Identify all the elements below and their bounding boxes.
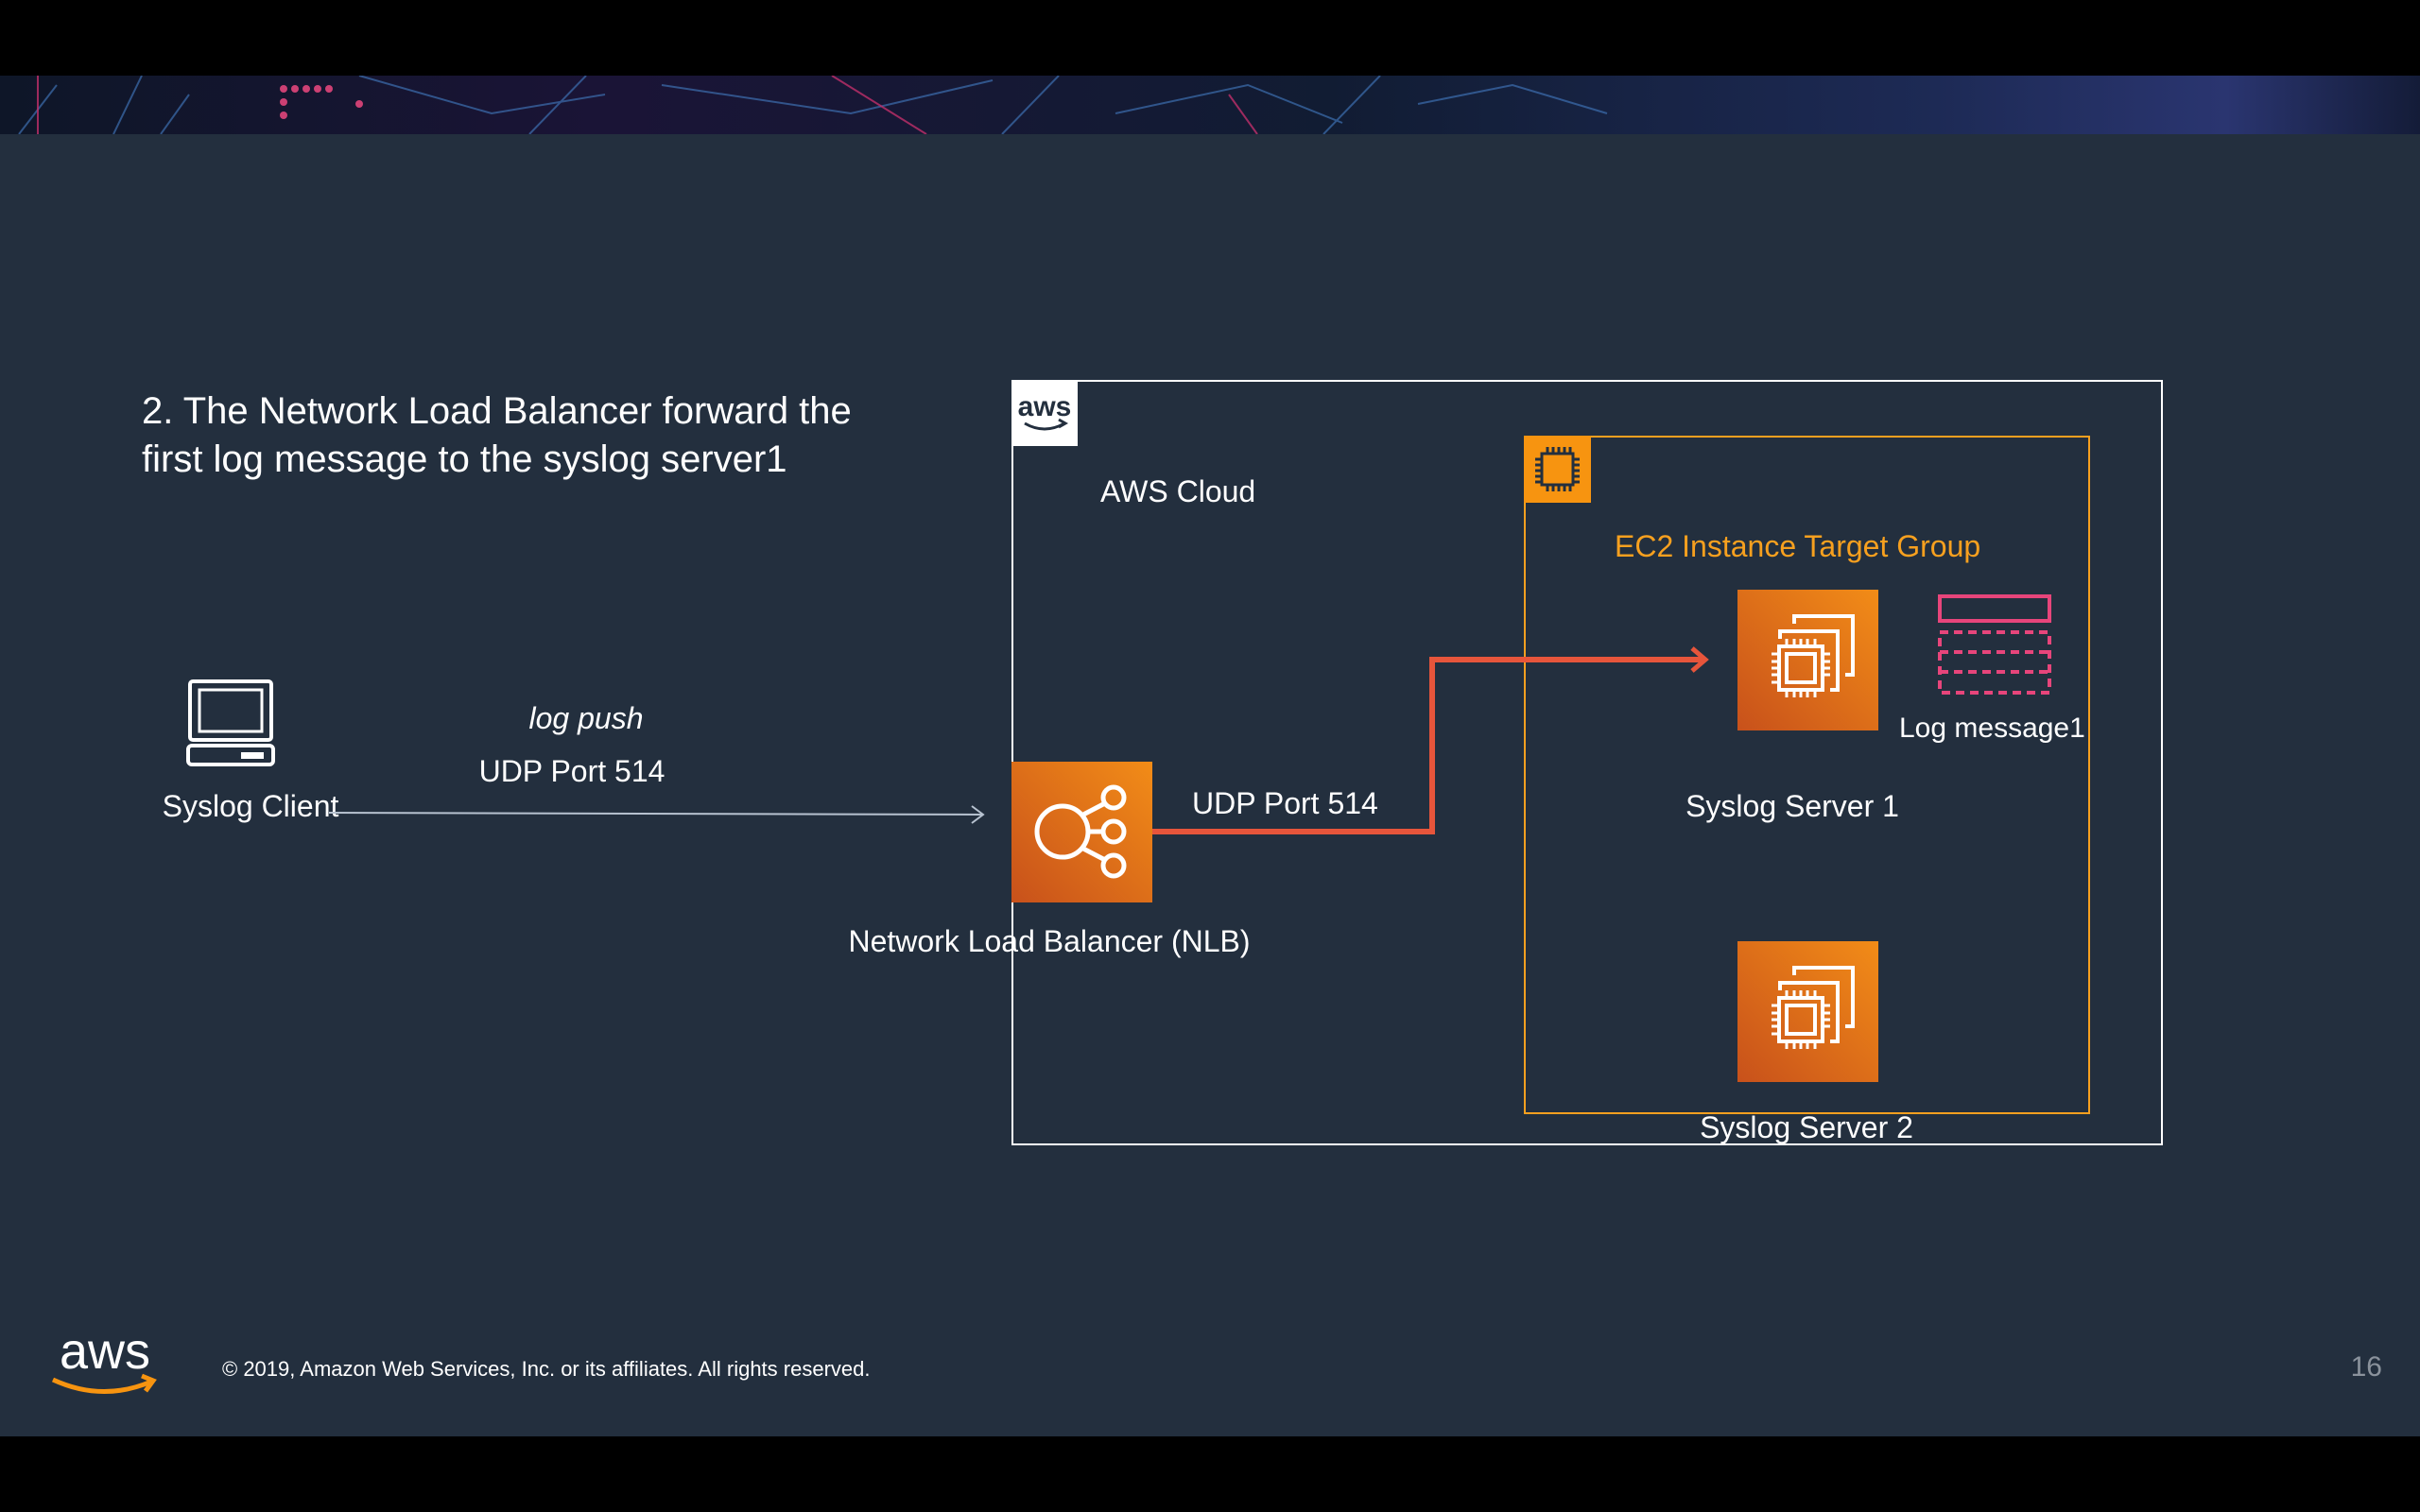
page-number: 16 [2350,1351,2382,1383]
target-group-label: EC2 Instance Target Group [1615,529,1981,563]
log-message-label: Log message1 [1899,713,2085,744]
nlb-label: Network Load Balancer (NLB) [848,924,1251,958]
log-push-label: log push [528,701,644,735]
aws-cloud-logo-icon: aws [1011,380,1078,446]
slide-title-line-1: 2. The Network Load Balancer forward the [142,390,852,432]
network-load-balancer-icon [1011,762,1152,902]
slide: 2. The Network Load Balancer forward the… [0,76,2420,1436]
banner-circuit-art [18,76,1608,134]
ec2-instance-icon [1737,941,1878,1082]
log-message-icon [1938,594,2051,695]
slide-title-line-2: first log message to the syslog server1 [142,438,787,480]
aws-cloud-label: AWS Cloud [1100,474,1256,508]
slide-title: 2. The Network Load Balancer forward the… [142,387,993,484]
aws-logo-text: aws [60,1329,150,1380]
syslog-server-2-label: Syslog Server 2 [1700,1110,1913,1144]
log-push-arrow [328,805,985,824]
header-banner [0,76,2420,134]
copyright-footer: © 2019, Amazon Web Services, Inc. or its… [222,1357,871,1381]
aws-cloud-logo-text: aws [1018,391,1072,422]
ec2-chip-icon [1524,436,1591,503]
ec2-instance-icon [1737,590,1878,730]
laptop-icon [186,679,275,767]
client-udp-port-label: UDP Port 514 [478,754,666,788]
syslog-server-1-label: Syslog Server 1 [1685,789,1899,823]
nlb-udp-port-label: UDP Port 514 [1192,786,1378,820]
aws-logo: aws [45,1323,168,1404]
